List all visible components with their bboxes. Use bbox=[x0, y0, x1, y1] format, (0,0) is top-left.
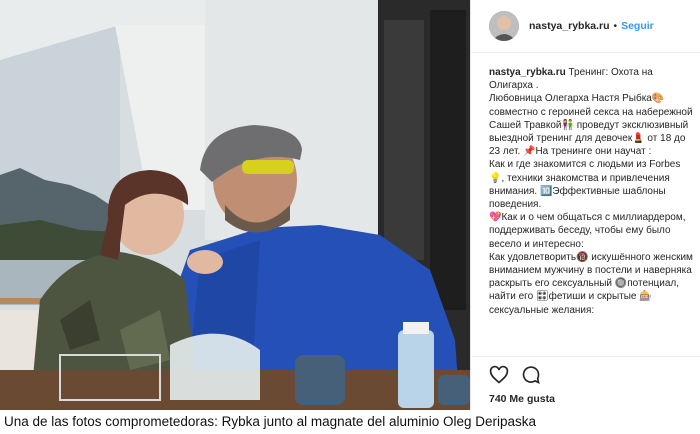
caption-username[interactable]: nastya_rybka.ru bbox=[489, 67, 566, 78]
avatar[interactable] bbox=[489, 11, 519, 41]
caption-line-1: nastya_rybka.ru Тренинг: Охота на Олигар… bbox=[489, 67, 653, 92]
header-separator: • bbox=[613, 20, 618, 32]
post-header: nastya_rybka.ru • Seguir bbox=[471, 0, 700, 53]
comment-icon[interactable] bbox=[521, 365, 541, 390]
yacht-photo-illustration bbox=[0, 0, 470, 410]
post-actions bbox=[489, 365, 541, 390]
avatar-image bbox=[489, 11, 519, 41]
follow-button[interactable]: Seguir bbox=[621, 20, 654, 32]
instagram-post-panel: nastya_rybka.ru • Seguir nastya_rybka.ru… bbox=[470, 0, 700, 410]
likes-count[interactable]: 740 Me gusta bbox=[489, 393, 555, 405]
caption-line-3: Как и где знакомится с людьми из Forbes💡… bbox=[489, 159, 681, 211]
caption-line-4: 💖Как и о чем общаться с миллиардером, по… bbox=[489, 212, 686, 250]
post-caption: nastya_rybka.ru Тренинг: Охота на Олигар… bbox=[489, 66, 694, 346]
post-photo bbox=[0, 0, 470, 410]
image-caption: Una de las fotos comprometedoras: Rybka … bbox=[4, 414, 537, 429]
heart-icon[interactable] bbox=[489, 365, 509, 390]
caption-line-5: Как удовлетворить🔞 искушённого женским в… bbox=[489, 251, 693, 316]
actions-divider bbox=[470, 356, 700, 357]
caption-line-2: Любовница Олегарха Настя Рыбка🎨 совместн… bbox=[489, 93, 693, 158]
header-username[interactable]: nastya_rybka.ru bbox=[529, 20, 610, 32]
